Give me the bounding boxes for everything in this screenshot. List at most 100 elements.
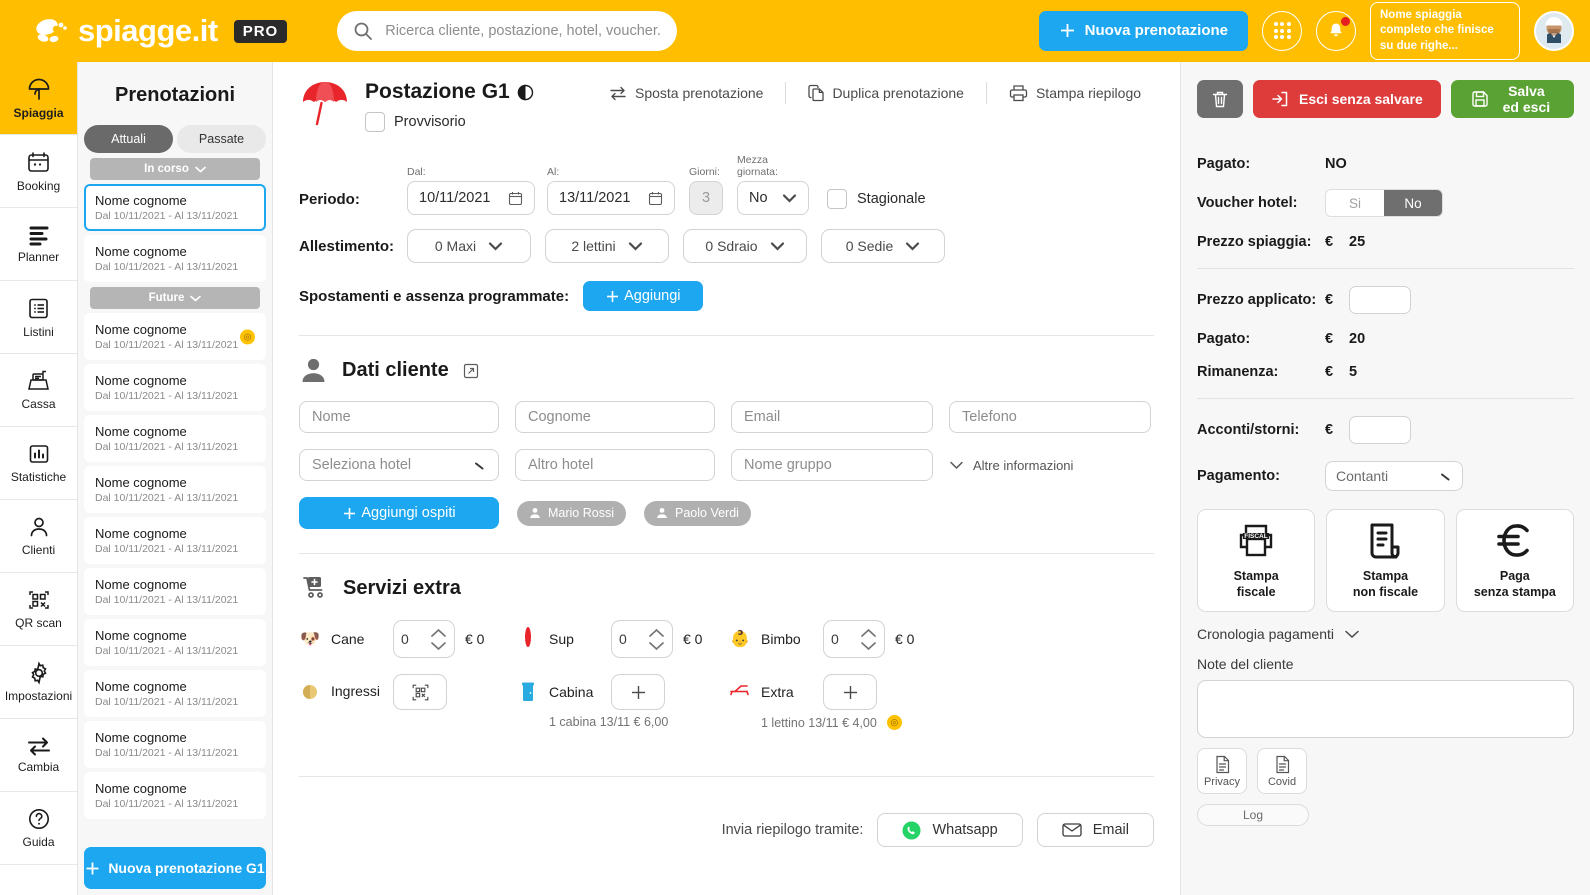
pay-without-print-button[interactable]: Paga senza stampa xyxy=(1455,509,1574,612)
list-item[interactable]: Nome cognome Dal 10/11/2021 - Al 13/11/2… xyxy=(84,619,266,666)
remaining-value: 5 xyxy=(1349,364,1358,380)
external-link-icon[interactable] xyxy=(463,363,479,379)
payment-method-select[interactable]: Contanti xyxy=(1325,461,1463,491)
delete-button[interactable] xyxy=(1197,80,1243,118)
period-label: Periodo: xyxy=(299,191,360,208)
sidebar-item-qr-scan[interactable]: QR scan xyxy=(0,573,77,646)
whatsapp-button[interactable]: Whatsapp xyxy=(877,813,1023,847)
sidebar-item-cassa[interactable]: Cassa xyxy=(0,354,77,427)
exit-without-save-button[interactable]: Esci senza salvare xyxy=(1253,80,1441,118)
brand-logo[interactable]: spiagge.it PRO xyxy=(34,13,288,49)
extra-add-button[interactable] xyxy=(823,674,877,710)
cabina-add-button[interactable] xyxy=(611,674,665,710)
add-guests-button[interactable]: Aggiungi ospiti xyxy=(299,497,499,529)
seasonal-checkbox[interactable] xyxy=(827,189,847,209)
covid-document-button[interactable]: Covid xyxy=(1257,748,1307,794)
top-bar-actions: Nuova prenotazione Nome spiaggia complet… xyxy=(1038,1,1574,61)
reservations-list[interactable]: In corso Nome cognome Dal 10/11/2021 - A… xyxy=(78,153,272,841)
bimbo-stepper[interactable]: 0 xyxy=(823,620,885,658)
chevron-down-icon xyxy=(190,295,202,302)
voucher-no-option[interactable]: No xyxy=(1384,190,1442,216)
list-item[interactable]: Nome cognome Dal 10/11/2021 - Al 13/11/2… xyxy=(84,466,266,513)
phone-input[interactable]: Telefono xyxy=(949,401,1151,433)
tab-attuali[interactable]: Attuali xyxy=(84,125,173,153)
duplicate-booking-button[interactable]: Duplica prenotazione xyxy=(786,82,987,104)
equipment-maxi-select[interactable]: 0 Maxi xyxy=(407,229,531,263)
group-header-future[interactable]: Future xyxy=(90,287,260,309)
group-name-input[interactable]: Nome gruppo xyxy=(731,449,933,481)
more-info-toggle[interactable]: Altre informazioni xyxy=(949,449,1073,481)
sidebar-item-cambia[interactable]: Cambia xyxy=(0,719,77,792)
list-item[interactable]: Nome cognome Dal 10/11/2021 - Al 13/11/2… xyxy=(84,235,266,282)
cane-stepper[interactable]: 0 xyxy=(393,620,455,658)
equipment-sedie-select[interactable]: 0 Sedie xyxy=(821,229,945,263)
equipment-lettini-select[interactable]: 2 lettini xyxy=(545,229,669,263)
customer-notes-textarea[interactable] xyxy=(1197,680,1574,738)
first-name-input[interactable]: Nome xyxy=(299,401,499,433)
service-bimbo: 👶 Bimbo 0 € 0 xyxy=(729,620,1154,658)
applied-price-input[interactable] xyxy=(1349,286,1411,314)
search-bar[interactable] xyxy=(337,11,678,51)
email-input[interactable]: Email xyxy=(731,401,933,433)
sidebar-item-statistiche[interactable]: Statistiche xyxy=(0,427,77,500)
add-transfer-button[interactable]: Aggiungi xyxy=(583,281,703,311)
reservation-dates: Dal 10/11/2021 - Al 13/11/2021 xyxy=(95,492,239,504)
new-booking-g1-button[interactable]: Nuova prenotazione G1 xyxy=(84,847,266,889)
new-booking-button[interactable]: Nuova prenotazione xyxy=(1038,10,1248,51)
reservations-tabs: Attuali Passate xyxy=(78,125,272,153)
avatar[interactable] xyxy=(1534,10,1574,51)
sidebar-item-booking[interactable]: Booking xyxy=(0,135,77,208)
date-to-input[interactable]: 13/11/2021 xyxy=(547,181,675,215)
deposits-input[interactable] xyxy=(1349,416,1411,444)
list-item[interactable]: Nome cognome Dal 10/11/2021 - Al 13/11/2… xyxy=(84,568,266,615)
list-item[interactable]: Nome cognome Dal 10/11/2021 - Al 13/11/2… xyxy=(84,670,266,717)
group-header-in-corso[interactable]: In corso xyxy=(90,158,260,180)
date-from-input[interactable]: 10/11/2021 xyxy=(407,181,535,215)
email-button[interactable]: Email xyxy=(1036,813,1154,847)
beach-name-chip[interactable]: Nome spiaggia completo che finisce su du… xyxy=(1370,1,1520,61)
guest-chip[interactable]: Mario Rossi xyxy=(517,500,626,526)
other-hotel-input[interactable]: Altro hotel xyxy=(515,449,715,481)
list-item[interactable]: Nome cognome Dal 10/11/2021 - Al 13/11/2… xyxy=(84,721,266,768)
more-info-label: Altre informazioni xyxy=(973,457,1074,473)
print-summary-button[interactable]: Stampa riepilogo xyxy=(987,82,1141,104)
last-name-input[interactable]: Cognome xyxy=(515,401,715,433)
apps-grid-button[interactable] xyxy=(1262,10,1302,51)
payment-panel: Esci senza salvare Salva ed esci Pagato:… xyxy=(1180,62,1590,895)
privacy-document-button[interactable]: Privacy xyxy=(1197,748,1247,794)
tab-passate[interactable]: Passate xyxy=(177,125,266,153)
add-transfer-label: Aggiungi xyxy=(624,288,681,304)
provisional-checkbox[interactable] xyxy=(365,112,385,132)
sidebar-item-spiaggia[interactable]: Spiaggia xyxy=(0,62,77,135)
voucher-toggle[interactable]: Si No xyxy=(1325,189,1443,217)
list-item[interactable]: Nome cognome Dal 10/11/2021 - Al 13/11/2… xyxy=(84,415,266,462)
extra-services-grid: 🐶 Cane 0 € 0 Sup 0 € 0 👶 Bimbo 0 € 0 Ing… xyxy=(299,620,1154,730)
log-button[interactable]: Log xyxy=(1197,804,1309,826)
list-item[interactable]: Nome cognome Dal 10/11/2021 - Al 13/11/2… xyxy=(84,364,266,411)
hotel-select[interactable]: Seleziona hotel xyxy=(299,449,499,481)
list-item[interactable]: Nome cognome Dal 10/11/2021 - Al 13/11/2… xyxy=(84,772,266,819)
list-item[interactable]: Nome cognome Dal 10/11/2021 - Al 13/11/2… xyxy=(84,517,266,564)
search-input[interactable] xyxy=(385,23,662,39)
equipment-sdraio-select[interactable]: 0 Sdraio xyxy=(683,229,807,263)
notifications-button[interactable] xyxy=(1316,10,1356,51)
sup-stepper[interactable]: 0 xyxy=(611,620,673,658)
ingressi-qr-button[interactable] xyxy=(393,674,447,710)
date-to-caption: Al: xyxy=(547,166,560,178)
voucher-yes-option[interactable]: Si xyxy=(1326,190,1384,216)
payment-history-toggle[interactable]: Cronologia pagamenti xyxy=(1197,626,1574,642)
sidebar-item-guida[interactable]: Guida xyxy=(0,792,77,865)
sidebar-item-listini[interactable]: Listini xyxy=(0,281,77,354)
list-item[interactable]: Nome cognome Dal 10/11/2021 - Al 13/11/2… xyxy=(84,313,266,360)
list-item[interactable]: Nome cognome Dal 10/11/2021 - Al 13/11/2… xyxy=(84,184,266,231)
move-booking-button[interactable]: Sposta prenotazione xyxy=(587,82,787,104)
globe-icon[interactable] xyxy=(517,84,534,101)
sidebar-item-clienti[interactable]: Clienti xyxy=(0,500,77,573)
save-and-exit-button[interactable]: Salva ed esci xyxy=(1450,80,1574,118)
sidebar-item-planner[interactable]: Planner xyxy=(0,208,77,281)
half-day-select[interactable]: No xyxy=(737,181,809,215)
guest-chip[interactable]: Paolo Verdi xyxy=(644,500,751,526)
fiscal-print-button[interactable]: FISCAL Stampa fiscale xyxy=(1197,509,1316,612)
non-fiscal-print-button[interactable]: Stampa non fiscale xyxy=(1326,509,1445,612)
sidebar-item-impostazioni[interactable]: Impostazioni xyxy=(0,646,77,719)
